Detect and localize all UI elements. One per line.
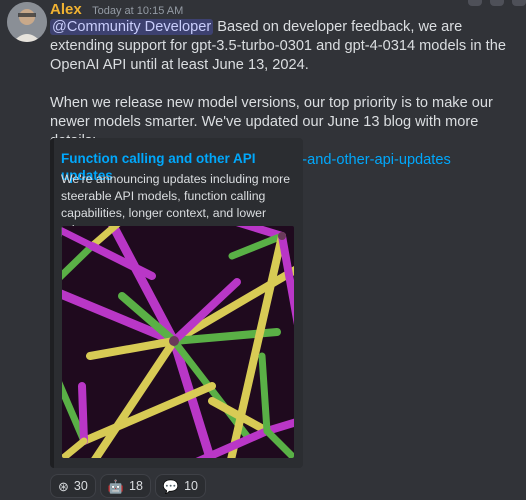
reaction-robot[interactable]: 🤖 18 (99, 474, 151, 498)
embed-artwork (62, 226, 294, 458)
reactions-bar: ⊛ 30 🤖 18 💬 10 (50, 474, 206, 498)
speech-bubble-icon: 💬 (162, 478, 180, 494)
reaction-speech-bubble[interactable]: 💬 10 (154, 474, 206, 498)
reaction-openai[interactable]: ⊛ 30 (50, 474, 96, 498)
avatar[interactable] (7, 2, 47, 42)
link-embed: Function calling and other API updates W… (50, 138, 303, 468)
embed-image[interactable] (62, 226, 294, 458)
avatar-image (7, 2, 47, 42)
reaction-count: 30 (73, 479, 88, 493)
openai-logo-icon: ⊛ (58, 478, 69, 494)
reaction-count: 10 (184, 479, 198, 493)
robot-icon: 🤖 (107, 478, 124, 494)
role-mention[interactable]: @Community Developer (50, 19, 214, 35)
author-name[interactable]: Alex (50, 1, 82, 18)
message-timestamp: Today at 10:15 AM (92, 5, 184, 17)
message-header: Alex Today at 10:15 AM (50, 2, 520, 18)
reaction-count: 18 (129, 479, 143, 493)
